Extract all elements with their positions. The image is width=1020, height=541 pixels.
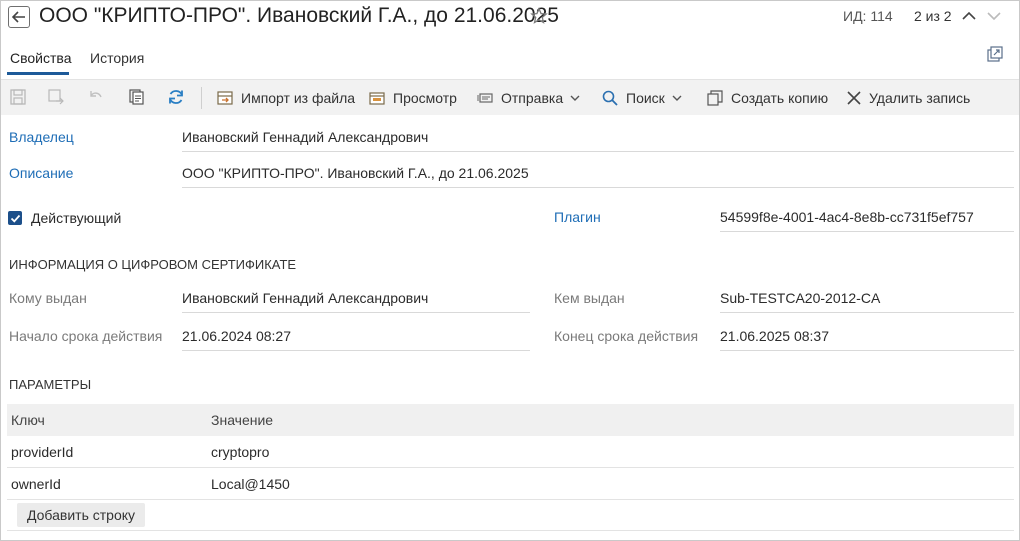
search-icon (602, 90, 618, 106)
delete-record-label: Удалить запись (869, 90, 971, 106)
toolbar-separator (201, 87, 202, 109)
send-label: Отправка (501, 90, 564, 106)
tab-properties[interactable]: Свойства (10, 50, 71, 66)
issued-by-field[interactable]: Sub-TESTCA20-2012-CA (720, 290, 1014, 313)
arrow-left-icon (12, 11, 25, 23)
import-label: Импорт из файла (241, 90, 356, 106)
issued-to-label: Кому выдан (9, 290, 87, 306)
active-checkbox[interactable] (8, 211, 22, 225)
record-id: ИД: 114 (843, 8, 893, 24)
chevron-down-icon (570, 95, 580, 101)
star-icon[interactable] (530, 7, 548, 25)
back-button[interactable] (8, 6, 30, 28)
save-icon[interactable] (9, 88, 27, 106)
search-label: Поиск (626, 90, 665, 106)
chevron-down-icon[interactable] (986, 8, 1002, 24)
valid-from-label: Начало срока действия (9, 328, 163, 344)
checkmark-icon (10, 214, 20, 223)
send-icon (477, 93, 493, 103)
plugin-label[interactable]: Плагин (554, 209, 601, 225)
close-icon (847, 91, 861, 105)
valid-to-field[interactable]: 21.06.2025 08:37 (720, 328, 1014, 351)
send-button[interactable]: Отправка (476, 80, 580, 116)
copy-doc-icon[interactable] (128, 88, 146, 106)
import-button[interactable]: Импорт из файла (216, 80, 355, 116)
table-cell-value: Local@1450 (211, 476, 290, 492)
table-row[interactable]: providerId cryptopro (7, 436, 1014, 468)
preview-button[interactable]: Просмотр (368, 80, 457, 116)
import-icon (217, 91, 233, 105)
owner-label[interactable]: Владелец (9, 129, 74, 145)
open-external-icon[interactable] (986, 45, 1004, 63)
column-header-value[interactable]: Значение (211, 412, 273, 428)
active-label[interactable]: Действующий (31, 210, 121, 226)
refresh-icon[interactable] (167, 88, 185, 106)
issued-to-field[interactable]: Ивановский Геннадий Александрович (182, 290, 530, 313)
add-row-button[interactable]: Добавить строку (17, 503, 146, 527)
create-copy-button[interactable]: Создать копию (706, 80, 828, 116)
column-header-key[interactable]: Ключ (11, 412, 45, 428)
record-position: 2 из 2 (914, 8, 952, 24)
preview-label: Просмотр (393, 90, 457, 106)
valid-to-label: Конец срока действия (554, 328, 699, 344)
divider (7, 530, 1014, 531)
description-field[interactable]: ООО "КРИПТО-ПРО". Ивановский Г.А., до 21… (182, 165, 1014, 188)
save-close-icon[interactable] (47, 88, 65, 106)
active-tab-indicator (7, 72, 69, 75)
toolbar: Импорт из файла Просмотр Отправка Поиск … (1, 79, 1019, 115)
params-table-header: Ключ Значение (7, 404, 1014, 436)
tab-history[interactable]: История (90, 50, 144, 66)
undo-icon[interactable] (87, 88, 105, 106)
description-label[interactable]: Описание (9, 165, 73, 181)
issued-by-label: Кем выдан (554, 290, 625, 306)
table-cell-key: ownerId (11, 476, 61, 492)
chevron-down-icon (672, 95, 682, 101)
preview-icon (369, 92, 385, 105)
table-cell-key: providerId (11, 444, 74, 460)
certificate-section-title: ИНФОРМАЦИЯ О ЦИФРОВОМ СЕРТИФИКАТЕ (9, 257, 297, 272)
valid-from-field[interactable]: 21.06.2024 08:27 (182, 328, 530, 351)
plugin-field[interactable]: 54599f8e-4001-4ac4-8e8b-cc731f5ef757 (720, 209, 1014, 232)
params-section-title: ПАРАМЕТРЫ (9, 377, 92, 392)
table-cell-value: cryptopro (211, 444, 270, 460)
search-button[interactable]: Поиск (601, 80, 682, 116)
duplicate-icon (707, 90, 723, 106)
owner-field[interactable]: Ивановский Геннадий Александрович (182, 129, 1014, 152)
delete-record-button[interactable]: Удалить запись (846, 80, 970, 116)
chevron-up-icon[interactable] (961, 8, 977, 24)
page-title: ООО "КРИПТО-ПРО". Ивановский Г.А., до 21… (39, 4, 559, 27)
table-row[interactable]: ownerId Local@1450 (7, 468, 1014, 500)
create-copy-label: Создать копию (731, 90, 829, 106)
